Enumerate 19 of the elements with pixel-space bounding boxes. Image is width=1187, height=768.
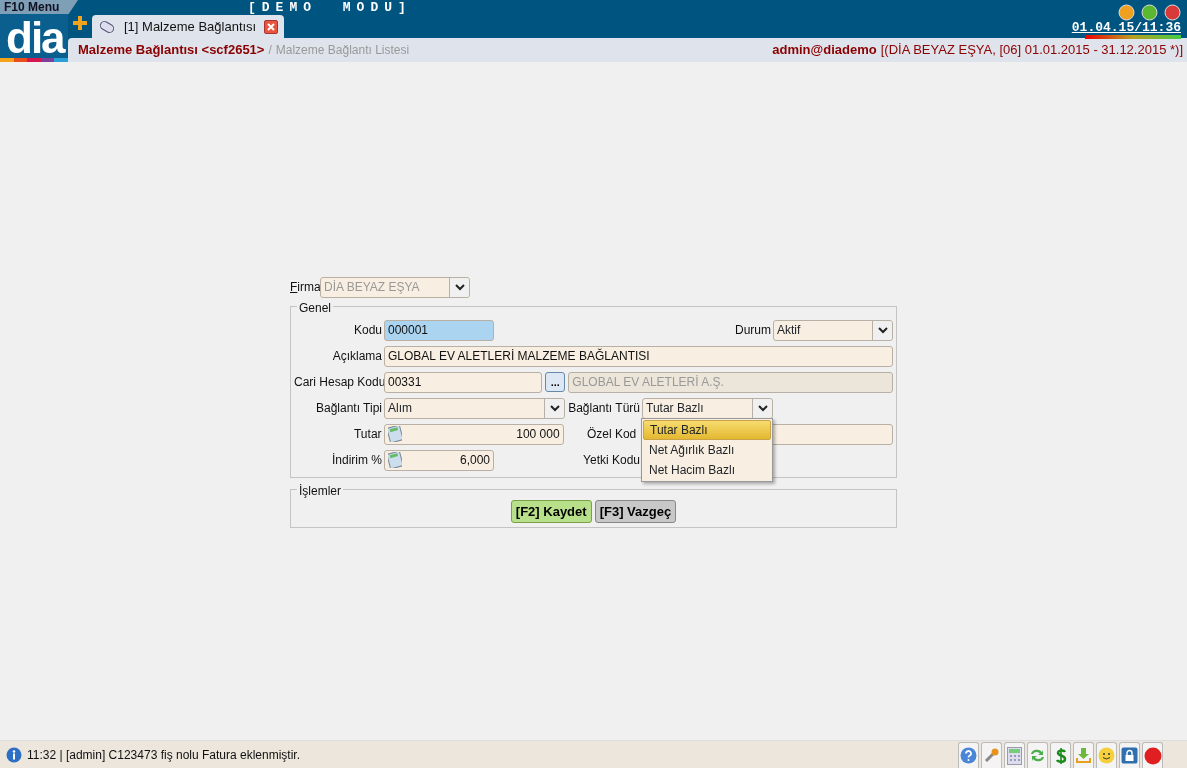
- field-label: Tutar: [353, 426, 382, 443]
- field-label: Bağlantı Türü: [567, 400, 640, 417]
- field-label: Özel Kod: [585, 426, 637, 443]
- field-label: Bağlantı Tipi: [314, 400, 382, 417]
- status-message: 11:32 | [admin] C123473 fiş nolu Fatura eklenmiştir.: [27, 746, 301, 764]
- field-label: Kodu: [352, 322, 382, 339]
- session-context: [(DİA BEYAZ EŞYA, [06] 01.01.2015 - 31.12.2015 *)]: [880, 41, 1183, 60]
- logo: dia: [5, 18, 66, 58]
- field-label: Durum: [734, 322, 771, 339]
- breadcrumb-current: Malzeme Bağlantısı <scf2651>: [78, 41, 265, 60]
- field-label: Açıklama: [331, 348, 382, 365]
- user-name: admin@diademo: [772, 41, 877, 60]
- group-title: İşlemler: [297, 482, 343, 500]
- datetime: 01.04.15/11:36: [1071, 21, 1181, 35]
- field-label: İndirim %: [331, 452, 382, 469]
- field-label: Firma: [290, 279, 318, 296]
- mode-title: [DEMO MODU]: [248, 0, 412, 15]
- breadcrumb-separator: /: [268, 42, 272, 59]
- field-label: Yetki Kodu: [582, 452, 640, 469]
